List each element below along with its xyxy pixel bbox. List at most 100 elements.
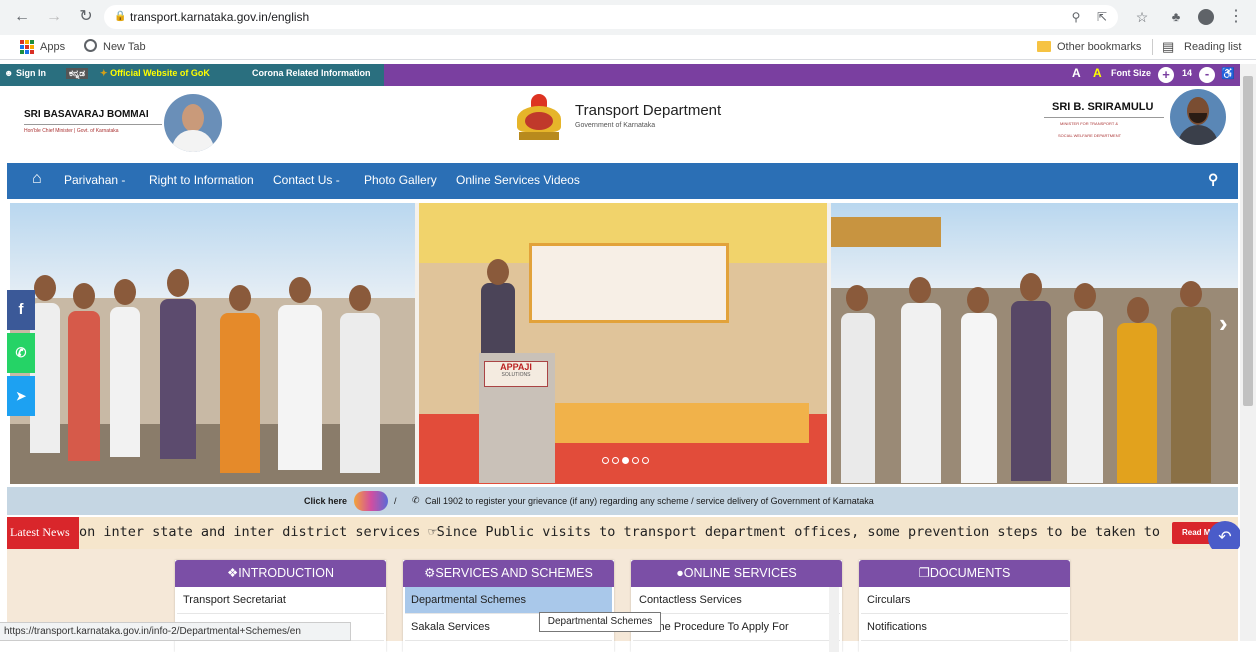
accessibility-icon[interactable]: ♿ <box>1221 67 1235 80</box>
scrollbar-thumb[interactable] <box>1243 76 1253 406</box>
address-bar[interactable]: 🔒 transport.karnataka.gov.in/english <box>104 5 1118 29</box>
card-link-departmental-schemes[interactable]: Departmental Schemes <box>405 587 612 614</box>
gov-top-strip: ☻ Sign In ಕನ್ನಡ ✦ Official Website of Go… <box>0 64 1256 86</box>
card-header[interactable]: ❖INTRODUCTION <box>175 560 386 587</box>
font-a-normal[interactable]: A <box>1072 66 1081 80</box>
docs-icon: ❐ <box>918 566 930 580</box>
browser-status-url: https://transport.karnataka.gov.in/info-… <box>0 622 351 641</box>
minister-role-2: SOCIAL WELFARE DEPARTMENT <box>1058 133 1122 138</box>
search-icon[interactable]: ⚲ <box>1208 171 1218 188</box>
card-header[interactable]: ⚙SERVICES AND SCHEMES <box>403 560 614 587</box>
bookmark-new-tab[interactable]: New Tab <box>103 41 146 53</box>
phone-icon: ✆ <box>412 495 420 505</box>
info-icon: ❖ <box>226 566 239 580</box>
card-documents: ❐DOCUMENTS Circulars Notifications <box>859 560 1070 652</box>
main-navigation: ⌂ Parivahan - Right to Information Conta… <box>7 163 1238 199</box>
card-online-services: ●ONLINE SERVICES Contactless Services On… <box>631 560 842 652</box>
card-link[interactable]: Notifications <box>861 614 1068 641</box>
card-link[interactable]: Contactless Services <box>633 587 840 614</box>
extensions-icon[interactable]: ♣ <box>1166 7 1186 27</box>
card-title: ONLINE SERVICES <box>683 566 797 580</box>
profile-icon[interactable] <box>1196 7 1216 27</box>
banner-photo-3: › <box>831 203 1238 484</box>
font-size-value: 14 <box>1182 68 1193 78</box>
globe-icon: ● <box>676 566 684 580</box>
minister-avatar <box>1170 89 1226 145</box>
card-services-schemes: ⚙SERVICES AND SCHEMES Departmental Schem… <box>403 560 614 652</box>
dept-title: Transport Department <box>575 102 722 119</box>
card-scrollbar[interactable] <box>829 587 839 652</box>
sign-in-link[interactable]: ☻ Sign In <box>4 68 46 78</box>
helpline-bar: Click here / ✆ Call 1902 to register you… <box>7 487 1238 515</box>
url-text: transport.karnataka.gov.in/english <box>130 10 310 24</box>
nav-right-to-information[interactable]: Right to Information <box>149 173 254 187</box>
bookmarks-bar: Apps New Tab Other bookmarks ▤ Reading l… <box>0 35 1256 60</box>
kannada-link[interactable]: ಕನ್ನಡ <box>66 68 89 79</box>
dept-subtitle: Government of Karnataka <box>575 122 656 129</box>
card-header[interactable]: ❐DOCUMENTS <box>859 560 1070 587</box>
card-title: INTRODUCTION <box>238 566 335 580</box>
card-header[interactable]: ●ONLINE SERVICES <box>631 560 842 587</box>
minister-role-1: MINISTER FOR TRANSPORT & <box>1060 121 1119 126</box>
separator: / <box>394 496 397 506</box>
latest-news-ticker: Latest News on inter state and inter dis… <box>7 517 1238 549</box>
whatsapp-icon[interactable]: ✆ <box>7 333 35 373</box>
official-website-link[interactable]: ✦ Official Website of GoK <box>100 68 210 79</box>
latest-news-text[interactable]: on inter state and inter district servic… <box>79 524 1169 544</box>
banner-carousel: APPAJI SOLUTIONS › <box>10 203 1238 484</box>
lock-icon: 🔒 <box>114 11 127 22</box>
link-tooltip: Departmental Schemes <box>539 612 661 632</box>
home-icon[interactable]: ⌂ <box>32 170 42 188</box>
font-a-contrast[interactable]: A <box>1093 66 1102 80</box>
nav-parivahan[interactable]: Parivahan - <box>64 173 125 187</box>
share-icon[interactable]: ⇱ <box>1092 7 1112 27</box>
corona-info-link[interactable]: Corona Related Information <box>252 68 371 78</box>
grievance-logo-icon[interactable] <box>354 491 388 511</box>
card-title: DOCUMENTS <box>929 566 1011 580</box>
font-decrease-button[interactable]: - <box>1199 67 1215 83</box>
card-title: SERVICES AND SCHEMES <box>435 566 593 580</box>
facebook-icon[interactable]: f <box>7 290 35 330</box>
reading-list-icon: ▤ <box>1162 39 1175 54</box>
back-icon[interactable]: ← <box>12 7 32 27</box>
helpline-text: Call 1902 to register your grievance (if… <box>425 496 874 506</box>
cm-role: Hon'ble Chief Minister | Govt. of Karnat… <box>24 128 119 134</box>
podium-sign: APPAJI SOLUTIONS <box>484 361 548 387</box>
page-scrollbar[interactable] <box>1240 64 1256 641</box>
browser-toolbar: ← → ↻ 🔒 transport.karnataka.gov.in/engli… <box>0 0 1256 35</box>
divider <box>24 124 162 125</box>
karnataka-emblem-icon <box>511 92 567 144</box>
apps-grid-icon[interactable] <box>20 40 34 54</box>
minister-name: SRI B. SRIRAMULU <box>1052 101 1154 113</box>
twitter-icon[interactable]: ➤ <box>7 376 35 416</box>
folder-icon <box>1037 41 1051 52</box>
divider <box>1044 117 1164 118</box>
reading-list[interactable]: Reading list <box>1184 41 1241 53</box>
bookmark-apps[interactable]: Apps <box>40 41 65 53</box>
card-link[interactable]: Online Procedure To Apply For <box>633 614 840 641</box>
latest-news-label: Latest News <box>7 517 79 549</box>
card-link[interactable]: Circulars <box>861 587 1068 614</box>
banner-photo-2: APPAJI SOLUTIONS <box>419 203 827 484</box>
carousel-dots[interactable] <box>602 457 649 464</box>
other-bookmarks[interactable]: Other bookmarks <box>1057 41 1141 53</box>
zoom-icon[interactable]: ⚲ <box>1066 7 1086 27</box>
font-increase-button[interactable]: + <box>1158 67 1174 83</box>
cm-avatar <box>164 94 222 152</box>
divider <box>1152 39 1153 55</box>
forward-icon[interactable]: → <box>44 7 64 27</box>
card-link[interactable]: Transport Secretariat <box>177 587 384 614</box>
reload-icon[interactable]: ↻ <box>76 7 96 27</box>
click-here-link[interactable]: Click here <box>304 496 347 506</box>
banner-photo-1 <box>10 203 415 484</box>
bookmark-star-icon[interactable]: ☆ <box>1132 7 1152 27</box>
cogs-icon: ⚙ <box>424 566 436 580</box>
carousel-next-icon[interactable]: › <box>1219 308 1228 339</box>
nav-contact-us[interactable]: Contact Us - <box>273 173 340 187</box>
nav-online-services-videos[interactable]: Online Services Videos <box>456 173 580 187</box>
cm-name: SRI BASAVARAJ BOMMAI <box>24 109 149 120</box>
nav-photo-gallery[interactable]: Photo Gallery <box>364 173 437 187</box>
site-header: SRI BASAVARAJ BOMMAI Hon'ble Chief Minis… <box>0 86 1256 162</box>
globe-icon <box>84 39 97 52</box>
menu-icon[interactable]: ⋮ <box>1226 7 1246 27</box>
